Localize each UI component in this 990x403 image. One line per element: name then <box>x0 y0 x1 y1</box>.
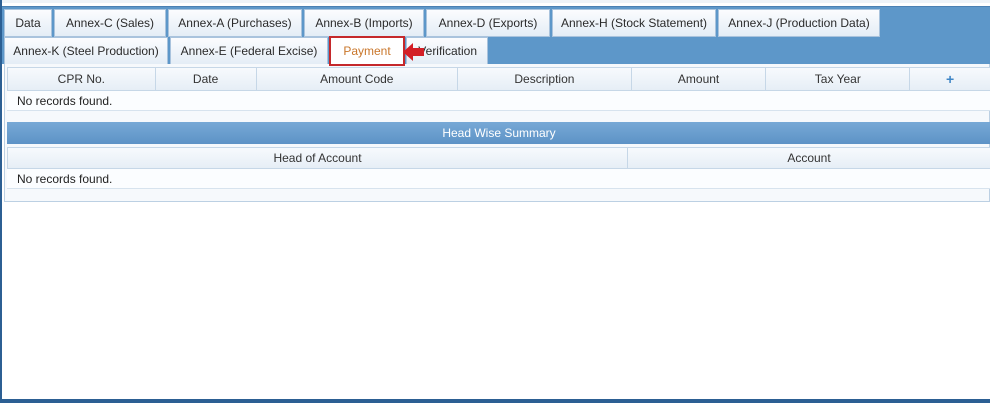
tab-payment[interactable]: Payment <box>329 36 405 66</box>
plus-icon[interactable]: + <box>946 71 954 87</box>
column-header-head-of-account[interactable]: Head of Account <box>8 148 628 168</box>
head-wise-summary-title: Head Wise Summary <box>7 122 990 144</box>
add-record-button[interactable]: + <box>910 68 990 90</box>
column-header-tax-year[interactable]: Tax Year <box>766 68 911 90</box>
tab-annex-b-imports[interactable]: Annex-B (Imports) <box>304 9 424 37</box>
payment-panel: CPR No. Date Amount Code Description Amo… <box>4 64 990 202</box>
column-header-cpr-no[interactable]: CPR No. <box>8 68 156 90</box>
head-wise-summary-header: Head of Account Account <box>7 147 990 169</box>
column-header-account[interactable]: Account <box>628 148 990 168</box>
top-strip <box>2 0 990 3</box>
tab-annex-j-production-data[interactable]: Annex-J (Production Data) <box>718 9 880 37</box>
tab-annex-k-steel-production[interactable]: Annex-K (Steel Production) <box>4 37 168 65</box>
column-header-date[interactable]: Date <box>156 68 257 90</box>
tab-data[interactable]: Data <box>4 9 52 37</box>
tab-annex-d-exports[interactable]: Annex-D (Exports) <box>426 9 550 37</box>
tab-bar: Data Annex-C (Sales) Annex-A (Purchases)… <box>2 6 990 66</box>
payments-grid-header: CPR No. Date Amount Code Description Amo… <box>7 67 990 91</box>
tab-annex-h-stock-statement[interactable]: Annex-H (Stock Statement) <box>552 9 716 37</box>
tab-annex-c-sales[interactable]: Annex-C (Sales) <box>54 9 166 37</box>
column-header-description[interactable]: Description <box>458 68 632 90</box>
tab-annex-e-federal-excise[interactable]: Annex-E (Federal Excise) <box>170 37 328 65</box>
red-arrow-icon <box>403 43 424 61</box>
tab-annex-a-purchases[interactable]: Annex-A (Purchases) <box>168 9 302 37</box>
payments-empty-row: No records found. <box>7 91 990 111</box>
column-header-amount-code[interactable]: Amount Code <box>257 68 459 90</box>
column-header-amount[interactable]: Amount <box>632 68 767 90</box>
summary-empty-row: No records found. <box>7 169 990 189</box>
